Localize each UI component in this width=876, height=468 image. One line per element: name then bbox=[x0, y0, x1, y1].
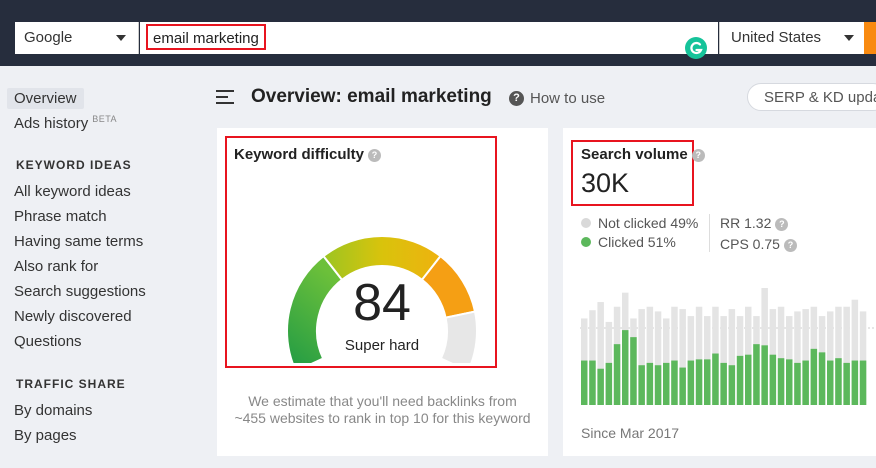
grammarly-icon[interactable] bbox=[685, 37, 707, 59]
history-bar-clicked[interactable] bbox=[687, 360, 695, 405]
history-bar-clicked[interactable] bbox=[704, 359, 711, 405]
traffic-share-heading: TRAFFIC SHARE bbox=[16, 377, 126, 391]
legend-label: Clicked 51% bbox=[598, 234, 676, 250]
sidebar-item-questions[interactable]: Questions bbox=[14, 333, 82, 350]
history-bar-clicked[interactable] bbox=[638, 365, 645, 405]
search-volume-title: Search volume? bbox=[581, 146, 705, 163]
keyword-difficulty-title-text: Keyword difficulty bbox=[234, 146, 365, 163]
history-bar-clicked[interactable] bbox=[810, 348, 818, 405]
legend-label: Not clicked 49% bbox=[598, 215, 699, 231]
difficulty-score: 84 bbox=[353, 274, 411, 332]
country-select[interactable]: United States bbox=[719, 22, 864, 54]
difficulty-description: We estimate that you'll need backlinks f… bbox=[227, 393, 538, 427]
sidebar-item-label: Ads history bbox=[14, 115, 89, 132]
history-bar-clicked[interactable] bbox=[728, 365, 736, 405]
history-bar-clicked[interactable] bbox=[777, 358, 785, 405]
help-icon[interactable]: ? bbox=[775, 217, 789, 231]
history-bar-clicked[interactable] bbox=[654, 365, 662, 405]
rr-metric: RR 1.32? bbox=[720, 215, 789, 231]
keyword-ideas-heading: KEYWORD IDEAS bbox=[16, 158, 132, 172]
keyword-query-text: email marketing bbox=[146, 24, 266, 50]
history-bar-clicked[interactable] bbox=[613, 344, 621, 405]
history-bar-clicked[interactable] bbox=[630, 337, 637, 405]
history-bar-clicked[interactable] bbox=[671, 360, 678, 405]
history-bar-clicked[interactable] bbox=[802, 360, 809, 405]
top-search-bar: Google email marketing United States bbox=[0, 0, 876, 66]
sidebar-item-label: Overview bbox=[14, 90, 77, 107]
chevron-down-icon bbox=[844, 35, 854, 41]
page-header: Overview: email marketing ? How to use S… bbox=[216, 80, 876, 116]
serp-kd-update-button[interactable]: SERP & KD upda bbox=[747, 83, 876, 111]
history-bar-clicked[interactable] bbox=[835, 358, 842, 405]
history-bars bbox=[581, 288, 867, 405]
country-value: United States bbox=[731, 29, 822, 46]
sidebar-item-ads-history[interactable]: Ads history BETA bbox=[14, 114, 117, 132]
history-bar-clicked[interactable] bbox=[753, 344, 760, 405]
history-bar-clicked[interactable] bbox=[851, 360, 859, 405]
help-icon[interactable]: ? bbox=[368, 148, 382, 162]
difficulty-label: Super hard bbox=[344, 337, 420, 354]
history-bar-clicked[interactable] bbox=[712, 353, 719, 405]
history-bar-clicked[interactable] bbox=[761, 345, 768, 405]
search-volume-history-chart bbox=[580, 288, 876, 405]
help-icon[interactable]: ? bbox=[783, 238, 797, 252]
cps-metric: CPS 0.75? bbox=[720, 236, 797, 252]
sidebar-item-by-domains[interactable]: By domains bbox=[14, 402, 92, 419]
history-bar-clicked[interactable] bbox=[622, 330, 629, 405]
sidebar-nav: Overview Ads history BETA KEYWORD IDEAS A… bbox=[0, 66, 206, 468]
search-volume-title-text: Search volume bbox=[581, 146, 688, 163]
history-bar-clicked[interactable] bbox=[605, 362, 613, 405]
cps-metric-text: CPS 0.75 bbox=[720, 236, 780, 252]
history-bar-clicked[interactable] bbox=[736, 355, 744, 405]
sidebar-item-overview[interactable]: Overview bbox=[7, 88, 84, 109]
history-bar-clicked[interactable] bbox=[695, 359, 703, 405]
history-bar-clicked[interactable] bbox=[589, 360, 596, 405]
sidebar-item-search-suggestions[interactable]: Search suggestions bbox=[14, 283, 146, 300]
history-bar-clicked[interactable] bbox=[769, 354, 777, 405]
help-icon[interactable]: ? bbox=[509, 91, 524, 106]
difficulty-description-line: We estimate that you'll need backlinks f… bbox=[248, 393, 517, 409]
rr-metric-text: RR 1.32 bbox=[720, 215, 772, 231]
sidebar-item-phrase-match[interactable]: Phrase match bbox=[14, 208, 107, 225]
search-submit-button[interactable] bbox=[864, 22, 876, 54]
sidebar-item-all-keyword-ideas[interactable]: All keyword ideas bbox=[14, 183, 131, 200]
legend-clicked: Clicked 51% bbox=[581, 234, 676, 250]
legend-not-clicked: Not clicked 49% bbox=[581, 215, 698, 231]
divider bbox=[709, 214, 710, 252]
sidebar-item-newly-discovered[interactable]: Newly discovered bbox=[14, 308, 132, 325]
legend-dot bbox=[581, 237, 591, 248]
hamburger-menu-icon[interactable] bbox=[216, 90, 234, 104]
help-icon[interactable]: ? bbox=[691, 148, 705, 162]
history-bar-clicked[interactable] bbox=[859, 360, 867, 405]
page-title: Overview: email marketing bbox=[251, 86, 492, 107]
keyword-difficulty-title: Keyword difficulty? bbox=[234, 146, 382, 163]
keyword-difficulty-card: Keyword difficulty? 84 Super hard We est… bbox=[217, 128, 548, 456]
legend-dot bbox=[581, 218, 591, 229]
history-bar-clicked[interactable] bbox=[720, 362, 727, 405]
beta-badge: BETA bbox=[92, 114, 118, 124]
sidebar-item-also-rank-for[interactable]: Also rank for bbox=[14, 258, 98, 275]
history-bar-clicked[interactable] bbox=[663, 362, 670, 405]
sidebar-item-having-same-terms[interactable]: Having same terms bbox=[14, 233, 143, 250]
history-bar-clicked[interactable] bbox=[818, 352, 826, 405]
chevron-down-icon bbox=[116, 35, 126, 41]
history-bar-clicked[interactable] bbox=[679, 367, 686, 405]
history-bar-clicked[interactable] bbox=[794, 362, 801, 405]
history-since-label: Since Mar 2017 bbox=[581, 425, 680, 441]
history-bar-clicked[interactable] bbox=[581, 360, 588, 405]
history-bar-clicked[interactable] bbox=[597, 368, 604, 405]
search-volume-card: Search volume? 30K Not clicked 49% Click… bbox=[563, 128, 876, 456]
how-to-use-link[interactable]: How to use bbox=[530, 90, 605, 107]
search-engine-select[interactable]: Google bbox=[15, 22, 139, 54]
history-bar-clicked[interactable] bbox=[843, 362, 850, 405]
history-bar-clicked[interactable] bbox=[646, 362, 654, 405]
sidebar-item-by-pages[interactable]: By pages bbox=[14, 427, 77, 444]
history-bar-clicked[interactable] bbox=[745, 354, 752, 405]
search-volume-value: 30K bbox=[581, 168, 630, 198]
history-bar-clicked[interactable] bbox=[786, 359, 793, 405]
history-bar-clicked[interactable] bbox=[827, 360, 834, 405]
difficulty-description-line: ~455 websites to rank in top 10 for this… bbox=[234, 410, 531, 426]
search-engine-value: Google bbox=[24, 29, 73, 46]
keyword-search-input[interactable]: email marketing bbox=[140, 22, 718, 59]
